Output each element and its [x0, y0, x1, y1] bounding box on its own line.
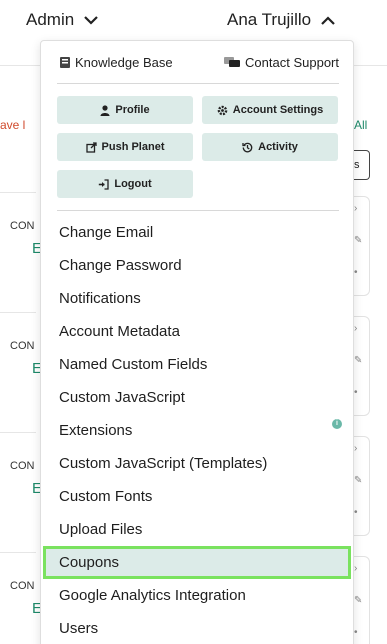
account-settings-label: Account Settings — [232, 104, 324, 116]
background-all-link[interactable]: All — [354, 118, 367, 132]
divider — [57, 83, 339, 84]
menu-item-google-analytics-integration[interactable]: Google Analytics Integration — [43, 579, 351, 612]
activity-label: Activity — [258, 141, 298, 153]
menu-item-named-custom-fields[interactable]: Named Custom Fields — [43, 348, 351, 381]
history-icon — [242, 142, 253, 152]
user-menu-label: Ana Trujillo — [227, 10, 312, 29]
contact-support-link[interactable]: Contact Support — [223, 55, 339, 70]
book-icon — [60, 57, 70, 68]
edit-icon: ✎ — [354, 235, 363, 246]
chevron-right-icon: › — [354, 203, 358, 214]
menu-item-custom-javascript[interactable]: Custom JavaScript — [43, 381, 351, 414]
chevron-right-icon: › — [354, 443, 358, 454]
external-link-icon — [85, 141, 97, 153]
profile-button[interactable]: Profile — [57, 96, 193, 124]
help-links: Knowledge Base Contact Support — [59, 55, 339, 70]
user-menu-toggle[interactable]: Ana Trujillo — [227, 10, 335, 30]
background-card: CON E — [0, 312, 42, 402]
settings-menu-list: Change Email Change Password Notificatio… — [43, 216, 351, 644]
knowledge-base-link[interactable]: Knowledge Base — [59, 55, 173, 70]
logout-icon — [99, 178, 110, 190]
menu-item-upload-files[interactable]: Upload Files — [43, 513, 351, 546]
chevron-up-icon — [321, 15, 335, 25]
profile-label: Profile — [115, 104, 150, 116]
menu-item-custom-javascript-templates[interactable]: Custom JavaScript (Templates) — [43, 447, 351, 480]
menu-item-custom-fonts[interactable]: Custom Fonts — [43, 480, 351, 513]
card-label: CON — [10, 340, 35, 352]
menu-item-account-metadata[interactable]: Account Metadata — [43, 315, 351, 348]
gear-icon — [217, 105, 228, 115]
admin-menu-toggle[interactable]: Admin — [26, 10, 98, 30]
edit-icon: ✎ — [354, 355, 363, 366]
background-card: CON E — [0, 192, 42, 282]
contact-support-label: Contact Support — [245, 55, 339, 70]
dot-icon: • — [354, 387, 358, 398]
background-button[interactable]: s — [352, 150, 370, 180]
info-icon[interactable]: i — [332, 419, 342, 429]
menu-item-users[interactable]: Users — [43, 612, 351, 644]
admin-menu-label: Admin — [26, 10, 75, 29]
menu-item-change-password[interactable]: Change Password — [43, 249, 351, 282]
dot-icon: • — [354, 627, 358, 638]
menu-item-notifications[interactable]: Notifications — [43, 282, 351, 315]
user-dropdown-menu: Knowledge Base Contact Support Profile A… — [40, 40, 354, 644]
menu-item-extensions[interactable]: Extensions — [43, 414, 351, 447]
push-planet-button[interactable]: Push Planet — [57, 133, 193, 161]
background-card: CON E — [0, 552, 42, 642]
edit-icon: ✎ — [354, 475, 363, 486]
logout-label: Logout — [114, 178, 152, 190]
background-card: CON E — [0, 432, 42, 522]
chat-icon — [224, 57, 241, 67]
dot-icon: • — [354, 267, 358, 278]
menu-item-change-email[interactable]: Change Email — [43, 216, 351, 249]
edit-icon: ✎ — [354, 595, 363, 606]
divider — [57, 210, 339, 211]
user-icon — [100, 104, 110, 116]
chevron-right-icon: › — [354, 563, 358, 574]
chevron-right-icon: › — [354, 323, 358, 334]
logout-button[interactable]: Logout — [57, 170, 193, 198]
card-label: CON — [10, 580, 35, 592]
card-label: CON — [10, 460, 35, 472]
dot-icon: • — [354, 507, 358, 518]
menu-item-coupons[interactable]: Coupons — [43, 546, 351, 579]
knowledge-base-label: Knowledge Base — [75, 55, 173, 70]
activity-button[interactable]: Activity — [202, 133, 338, 161]
background-link[interactable]: ave l — [0, 118, 25, 132]
account-settings-button[interactable]: Account Settings — [202, 96, 338, 124]
card-label: CON — [10, 220, 35, 232]
push-planet-label: Push Planet — [101, 141, 165, 153]
chevron-down-icon — [84, 15, 98, 25]
